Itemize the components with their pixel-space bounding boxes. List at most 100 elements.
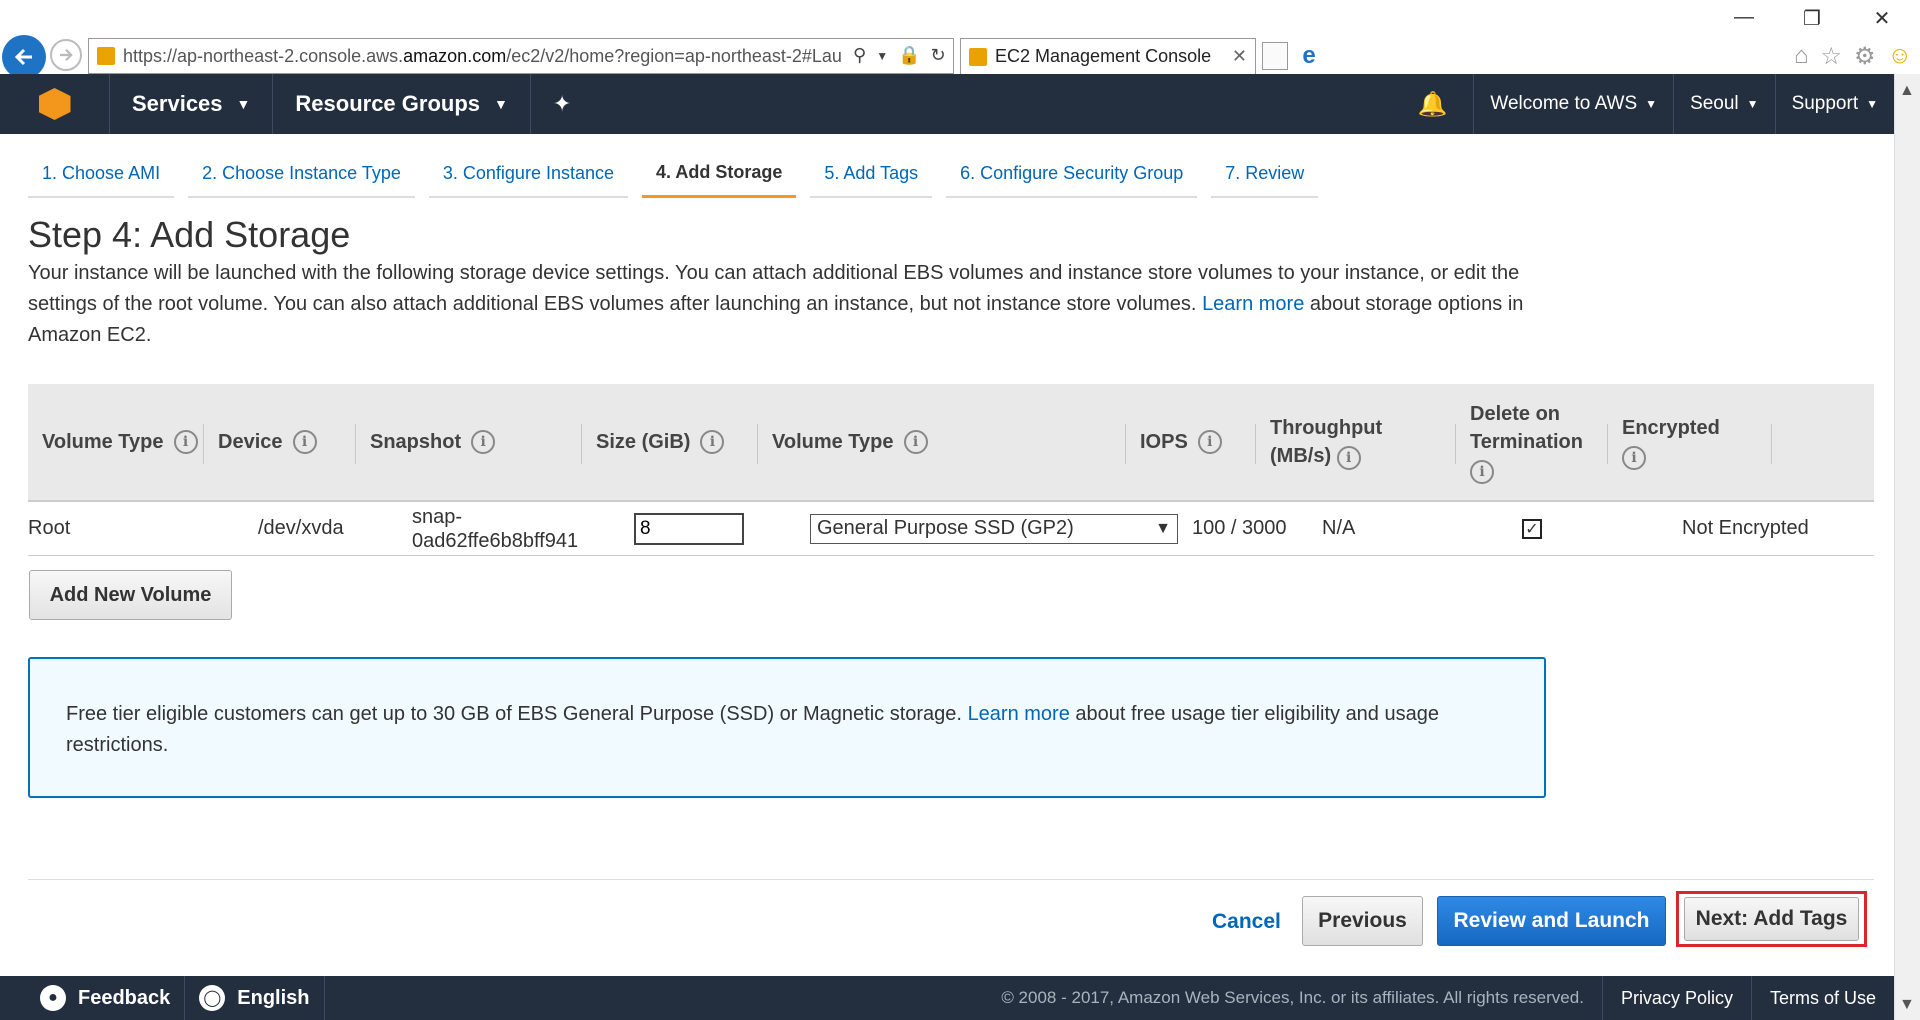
account-label: Welcome to AWS [1490, 93, 1638, 114]
globe-icon: ◯ [199, 985, 226, 1011]
ie-logo-icon: e [1302, 42, 1316, 69]
settings-gear-icon[interactable]: ⚙ [1854, 42, 1876, 71]
feedback-smiley-icon[interactable]: ☺ [1887, 42, 1912, 71]
info-icon[interactable]: i [1197, 430, 1222, 454]
region-menu[interactable]: Seoul ▼ [1673, 74, 1775, 134]
step-add-storage[interactable]: 4. Add Storage [642, 150, 797, 198]
support-menu[interactable]: Support ▼ [1774, 74, 1894, 134]
col-volume-type-2: Volume Type i [758, 384, 1126, 500]
aws-cube-icon [38, 88, 71, 120]
notifications-button[interactable]: 🔔 [1392, 74, 1474, 134]
volume-type-select[interactable]: General Purpose SSD (GP2) ▼ [810, 513, 1178, 544]
add-new-volume-button[interactable]: Add New Volume [29, 570, 232, 620]
col-snapshot: Snapshot i [356, 384, 582, 500]
table-row: Root /dev/xvda snap-0ad62ffe6b8bff941 Ge… [28, 502, 1874, 556]
cell-device: /dev/xvda [258, 517, 344, 539]
aws-top-nav: Services ▼ Resource Groups ▼ ✦ 🔔 Welcome… [0, 74, 1894, 134]
language-button[interactable]: ◯ English [185, 976, 325, 1020]
browser-tab[interactable]: EC2 Management Console ✕ [960, 38, 1256, 74]
feedback-label: Feedback [78, 986, 171, 1009]
cell-volume-type-select: General Purpose SSD (GP2) ▼ [810, 513, 1192, 544]
terms-of-use-link[interactable]: Terms of Use [1750, 976, 1894, 1020]
scroll-up-icon[interactable]: ▲ [1899, 82, 1915, 100]
cell-iops: 100 / 3000 [1192, 517, 1287, 539]
cancel-button[interactable]: Cancel [1200, 898, 1293, 946]
divider [28, 879, 1874, 880]
col-device: Device i [204, 384, 356, 500]
account-menu[interactable]: Welcome to AWS ▼ [1473, 74, 1673, 134]
step-review[interactable]: 7. Review [1211, 150, 1319, 198]
favorites-star-icon[interactable]: ☆ [1820, 42, 1842, 71]
intro-text: Your instance will be launched with the … [28, 262, 1524, 346]
aws-favicon-icon [969, 47, 987, 66]
bell-icon: 🔔 [1417, 90, 1448, 118]
forward-button[interactable] [50, 39, 82, 71]
chevron-down-icon: ▼ [1746, 97, 1759, 111]
arrow-left-icon [14, 48, 32, 66]
cell-snapshot: snap- 0ad62ffe6b8bff941 [412, 505, 579, 552]
new-tab-button[interactable] [1262, 42, 1288, 70]
search-icon[interactable]: ⚲ [853, 45, 866, 67]
step-add-tags[interactable]: 5. Add Tags [810, 150, 933, 198]
col-volume-type: Volume Type i [28, 384, 204, 500]
lock-icon[interactable]: 🔒 [898, 45, 920, 67]
review-and-launch-button[interactable]: Review and Launch [1437, 896, 1666, 946]
col-size: Size (GiB) i [582, 384, 758, 500]
address-bar[interactable]: https://ap-northeast-2.console.aws.amazo… [88, 38, 954, 74]
cell-size [634, 512, 810, 545]
back-button[interactable] [2, 35, 46, 79]
col-delete-on-termination: Delete on Termination i [1456, 384, 1608, 500]
tab-close-icon[interactable]: ✕ [1232, 46, 1247, 67]
info-icon[interactable]: i [471, 430, 496, 454]
info-icon[interactable]: i [292, 430, 317, 454]
resource-groups-menu[interactable]: Resource Groups ▼ [273, 74, 531, 134]
chevron-down-icon: ▼ [236, 96, 251, 112]
minimize-icon[interactable]: — [1724, 6, 1764, 29]
services-menu[interactable]: Services ▼ [110, 74, 274, 134]
restore-icon[interactable]: ❐ [1792, 6, 1832, 31]
close-window-icon[interactable]: ✕ [1862, 6, 1902, 31]
delete-on-termination-checkbox[interactable]: ✓ [1522, 518, 1542, 539]
col-throughput: Throughput (MB/s) i [1256, 384, 1456, 500]
home-icon[interactable]: ⌂ [1794, 42, 1809, 71]
info-icon[interactable]: i [1622, 446, 1646, 470]
cell-throughput: N/A [1322, 517, 1356, 539]
page-scrollbar[interactable]: ▲ ▼ [1894, 74, 1920, 1020]
dropdown-icon[interactable]: ▼ [876, 45, 888, 67]
info-icon[interactable]: i [1336, 446, 1361, 470]
notice-learn-more-link[interactable]: Learn more [968, 703, 1070, 725]
copyright-text: © 2008 - 2017, Amazon Web Services, Inc.… [1001, 988, 1584, 1007]
arrow-right-icon [60, 48, 73, 62]
page-title: Step 4: Add Storage [28, 214, 351, 255]
size-input[interactable] [634, 512, 744, 545]
next-add-tags-button[interactable]: Next: Add Tags [1684, 897, 1859, 941]
step-choose-instance-type[interactable]: 2. Choose Instance Type [188, 150, 415, 198]
step-choose-ami[interactable]: 1. Choose AMI [28, 150, 175, 198]
step-configure-security-group[interactable]: 6. Configure Security Group [946, 150, 1198, 198]
step-configure-instance[interactable]: 3. Configure Instance [428, 150, 628, 198]
console-footer: ● Feedback ◯ English © 2008 - 2017, Amaz… [0, 976, 1894, 1020]
col-iops: IOPS i [1126, 384, 1256, 500]
browser-chrome: — ❐ ✕ https://ap-northeast-2.console.aws… [0, 0, 1920, 79]
scroll-down-icon[interactable]: ▼ [1899, 996, 1915, 1014]
feedback-button[interactable]: ● Feedback [0, 976, 186, 1020]
resource-groups-label: Resource Groups [295, 91, 480, 116]
info-icon[interactable]: i [700, 430, 725, 454]
privacy-policy-link[interactable]: Privacy Policy [1601, 976, 1751, 1020]
region-label: Seoul [1690, 93, 1739, 114]
chevron-down-icon: ▼ [494, 96, 508, 112]
col-encrypted: Encrypted i [1608, 384, 1772, 500]
support-label: Support [1791, 93, 1859, 114]
learn-more-link[interactable]: Learn more [1202, 293, 1304, 315]
chevron-down-icon: ▼ [1155, 519, 1171, 537]
previous-button[interactable]: Previous [1302, 896, 1423, 946]
info-icon[interactable]: i [173, 430, 198, 454]
info-icon[interactable]: i [903, 430, 928, 454]
refresh-icon[interactable]: ↻ [931, 45, 946, 67]
aws-logo[interactable] [0, 74, 110, 134]
tab-title: EC2 Management Console [995, 46, 1212, 66]
cell-encrypted: Not Encrypted [1682, 517, 1809, 539]
info-icon[interactable]: i [1470, 460, 1494, 484]
free-tier-notice: Free tier eligible customers can get up … [28, 657, 1546, 798]
pin-button[interactable]: ✦ [531, 74, 593, 134]
